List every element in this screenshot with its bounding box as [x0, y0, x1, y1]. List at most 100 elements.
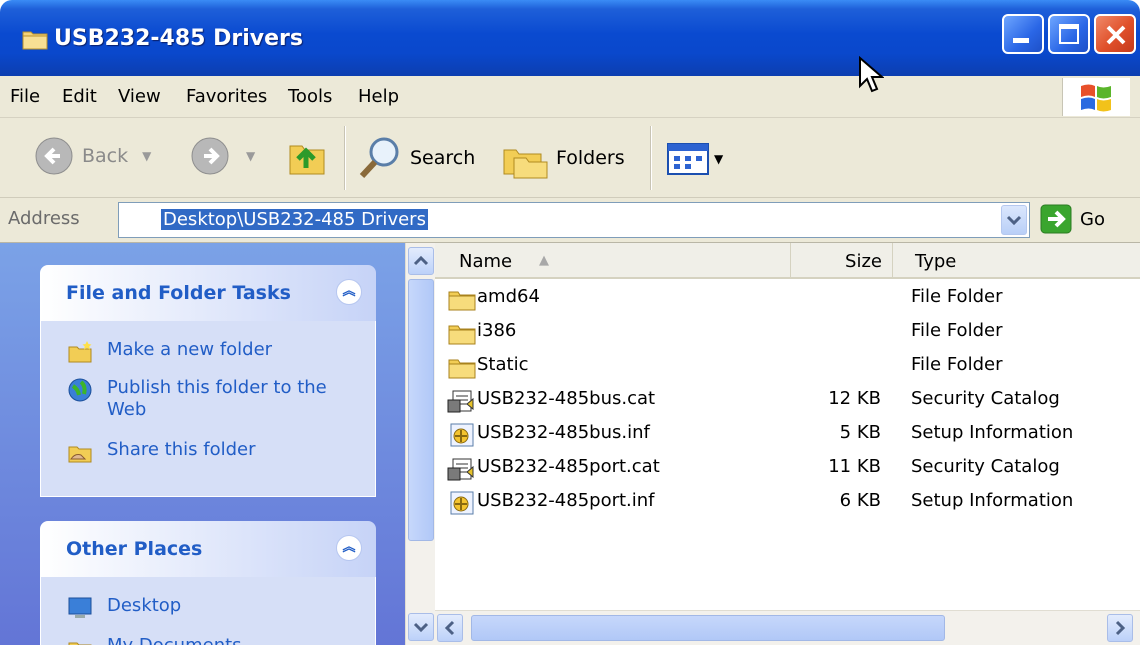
file-name: amd64	[477, 286, 540, 307]
menu-view[interactable]: View	[118, 86, 161, 107]
share-folder-task[interactable]: Share this folder	[67, 439, 255, 465]
file-row[interactable]: Static File Folder	[435, 349, 1140, 383]
minimize-button[interactable]	[1002, 14, 1044, 54]
scroll-thumb[interactable]	[471, 615, 945, 641]
file-name: USB232-485bus.inf	[477, 422, 650, 443]
security-catalog-icon	[447, 388, 477, 414]
column-label: Type	[915, 251, 957, 272]
scroll-left-button[interactable]	[437, 614, 463, 642]
address-input[interactable]: Desktop\USB232-485 Drivers	[118, 202, 1030, 238]
chevron-down-icon: ▼	[714, 152, 724, 166]
maximize-button[interactable]	[1048, 14, 1090, 54]
my-documents-icon	[68, 642, 92, 645]
share-folder-icon	[68, 446, 92, 463]
file-type: File Folder	[911, 354, 1003, 375]
file-type: File Folder	[911, 286, 1003, 307]
make-new-folder-task[interactable]: Make a new folder	[67, 339, 272, 365]
panel-header[interactable]: Other Places ︽	[40, 521, 376, 577]
scroll-down-button[interactable]	[408, 613, 434, 641]
desktop-place[interactable]: Desktop	[67, 595, 181, 621]
column-header-name[interactable]: Name ▲	[435, 243, 791, 279]
go-button[interactable]: Go	[1040, 204, 1105, 234]
address-bar: Address Desktop\USB232-485 Drivers Go	[0, 198, 1140, 243]
scroll-up-button[interactable]	[408, 247, 434, 275]
search-button[interactable]: Search	[358, 136, 475, 180]
toolbar-separator	[344, 126, 346, 190]
column-label: Size	[845, 251, 882, 272]
forward-button[interactable]: ▼	[190, 136, 255, 176]
up-folder-icon	[289, 145, 325, 175]
title-bar[interactable]: USB232-485 Drivers	[0, 0, 1140, 76]
menu-bar: File Edit View Favorites Tools Help	[0, 76, 1140, 118]
views-button[interactable]: ▼	[666, 142, 723, 176]
views-icon	[667, 143, 709, 175]
menu-help[interactable]: Help	[358, 86, 399, 107]
window-title: USB232-485 Drivers	[54, 26, 303, 51]
chevron-left-icon	[444, 620, 455, 636]
chevron-down-icon	[413, 622, 429, 633]
column-header-type[interactable]: Type	[893, 243, 1140, 279]
close-icon	[1106, 25, 1126, 45]
setup-info-icon	[447, 490, 477, 516]
panel-header[interactable]: File and Folder Tasks ︽	[40, 265, 376, 321]
maximize-icon	[1059, 24, 1079, 44]
folder-icon	[447, 286, 477, 312]
toolbar-separator	[650, 126, 652, 190]
file-name: USB232-485port.cat	[477, 456, 660, 477]
chevron-right-icon	[1115, 620, 1126, 636]
file-size: 5 KB	[839, 422, 881, 443]
folder-icon	[447, 354, 477, 380]
menu-favorites[interactable]: Favorites	[186, 86, 267, 107]
file-row[interactable]: i386 File Folder	[435, 315, 1140, 349]
file-row[interactable]: USB232-485port.inf 6 KB Setup Information	[435, 485, 1140, 519]
task-label: Desktop	[107, 595, 182, 616]
new-folder-icon	[68, 341, 92, 363]
up-folder-button[interactable]	[286, 134, 328, 178]
publish-folder-task[interactable]: Publish this folder to the Web	[67, 377, 327, 421]
folder-icon	[447, 320, 477, 346]
panel-body: Desktop My Documents	[40, 577, 376, 645]
file-name: i386	[477, 320, 517, 341]
folder-icon	[22, 28, 48, 55]
vertical-scrollbar[interactable]	[405, 243, 435, 645]
panel-body: Make a new folder Publish this folder to…	[40, 321, 376, 497]
file-folder-tasks-panel: File and Folder Tasks ︽ Make a new folde…	[40, 265, 376, 497]
back-button[interactable]: Back ▼	[34, 136, 151, 176]
file-size: 12 KB	[828, 388, 881, 409]
mouse-cursor-icon	[859, 56, 884, 93]
address-label: Address	[8, 208, 80, 229]
menu-tools[interactable]: Tools	[288, 86, 332, 107]
column-header-size[interactable]: Size	[791, 243, 893, 279]
file-type: Setup Information	[911, 490, 1074, 511]
menu-edit[interactable]: Edit	[62, 86, 97, 107]
task-label: My Documents	[107, 635, 242, 645]
windows-flag-icon	[1081, 84, 1111, 112]
file-row[interactable]: USB232-485bus.inf 5 KB Setup Information	[435, 417, 1140, 451]
close-button[interactable]	[1094, 14, 1136, 54]
go-label: Go	[1080, 208, 1105, 230]
file-row[interactable]: amd64 File Folder	[435, 281, 1140, 315]
minimize-icon	[1013, 38, 1029, 43]
scroll-right-button[interactable]	[1107, 614, 1133, 642]
file-row[interactable]: USB232-485bus.cat 12 KB Security Catalog	[435, 383, 1140, 417]
other-places-panel: Other Places ︽ Desktop My Documents	[40, 521, 376, 645]
scroll-thumb[interactable]	[408, 279, 434, 541]
column-label: Name	[459, 251, 513, 272]
file-name: USB232-485port.inf	[477, 490, 655, 511]
address-value[interactable]: Desktop\USB232-485 Drivers	[161, 209, 428, 230]
publish-web-icon	[68, 378, 92, 402]
file-name: USB232-485bus.cat	[477, 388, 656, 409]
panel-title: Other Places	[66, 538, 203, 560]
collapse-icon[interactable]: ︽	[336, 535, 362, 561]
go-arrow-icon	[1040, 204, 1072, 234]
file-list: Name ▲ Size Type amd64 File Folder i386 Fil…	[435, 243, 1140, 645]
file-row[interactable]: USB232-485port.cat 11 KB Security Catalog	[435, 451, 1140, 485]
chevron-up-icon	[413, 255, 429, 266]
address-dropdown-button[interactable]	[1001, 205, 1027, 235]
my-documents-place[interactable]: My Documents	[67, 635, 242, 645]
back-arrow-icon	[35, 137, 73, 175]
collapse-icon[interactable]: ︽	[336, 279, 362, 305]
menu-file[interactable]: File	[10, 86, 40, 107]
horizontal-scrollbar[interactable]	[435, 610, 1140, 645]
folders-button[interactable]: Folders	[500, 136, 625, 180]
